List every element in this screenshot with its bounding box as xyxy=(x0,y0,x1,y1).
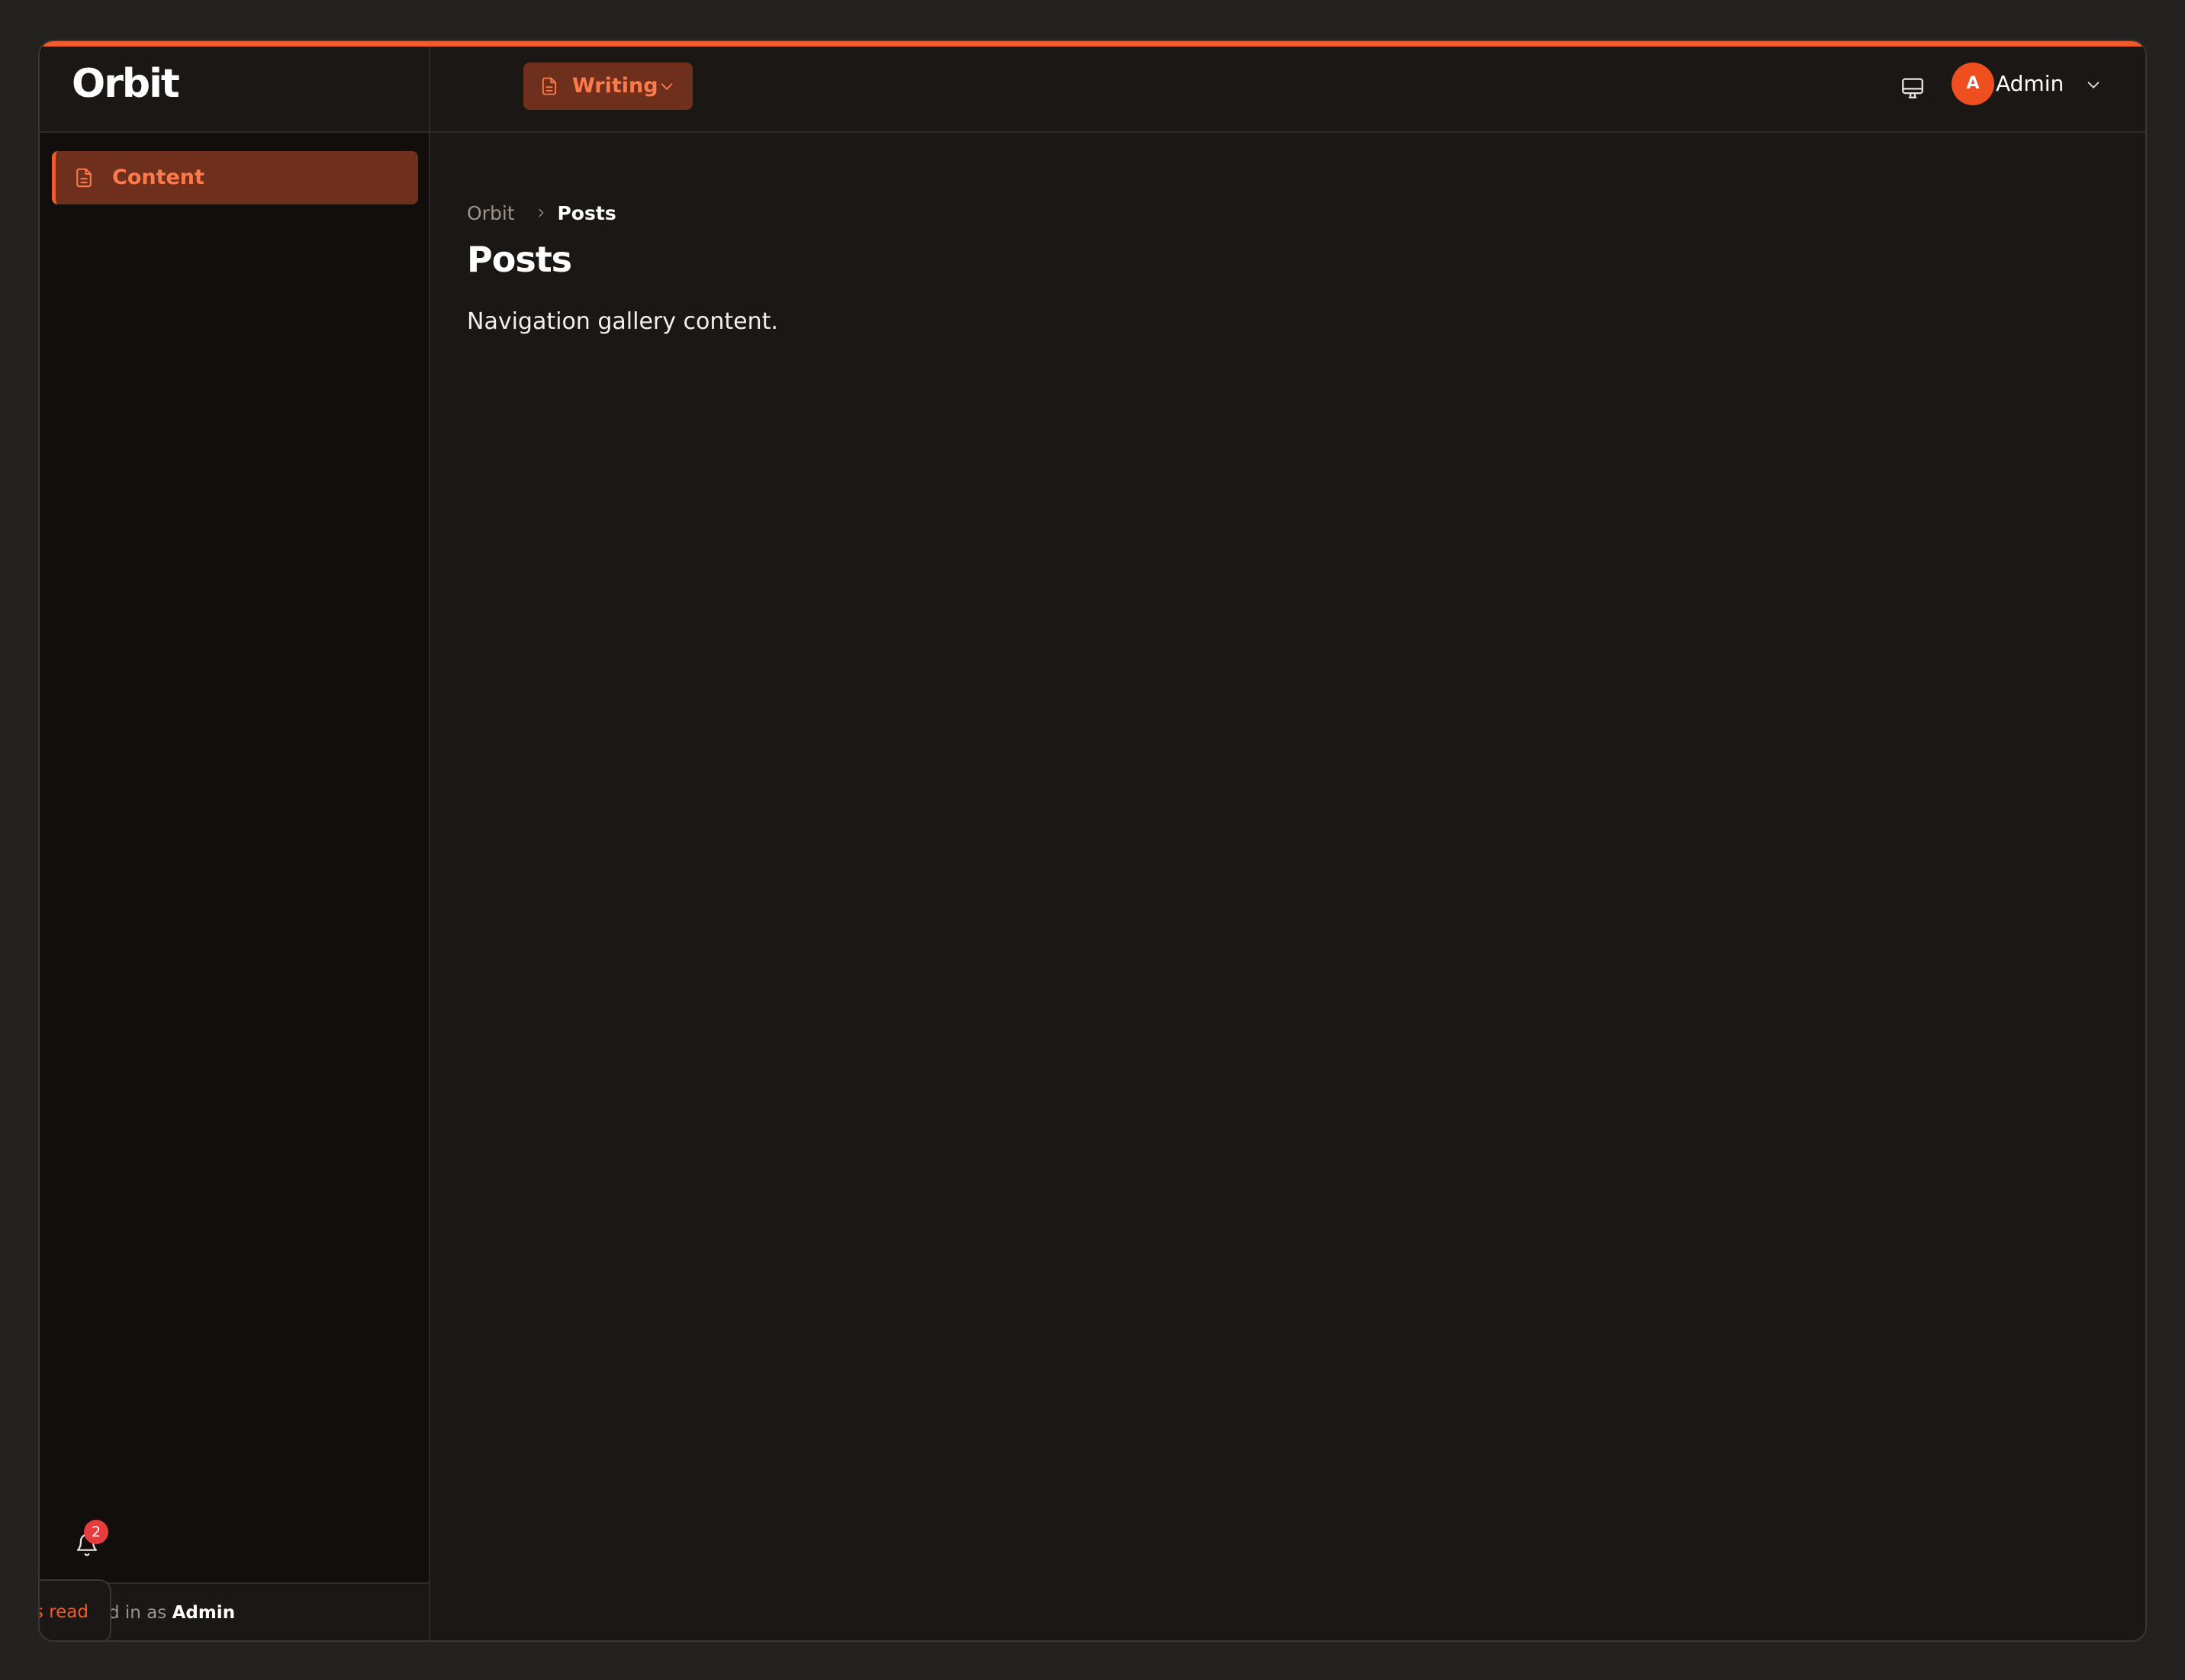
mark-as-read-toast[interactable]: s read xyxy=(40,1579,111,1640)
user-name: Admin xyxy=(1996,71,2064,96)
workspace-label: Writing xyxy=(572,74,658,98)
app-logo[interactable]: Orbit xyxy=(72,60,180,108)
sidebar-item-content[interactable]: Content xyxy=(52,151,418,204)
page-title: Posts xyxy=(467,239,572,280)
top-bar: Writing A Admin xyxy=(430,41,2145,133)
brand-area: Orbit xyxy=(40,41,429,133)
sidebar: Orbit Content 2 d in as Admin s read xyxy=(40,41,430,1640)
chevron-right-icon xyxy=(535,199,547,230)
breadcrumb-item-posts: Posts xyxy=(557,202,616,224)
chevron-down-icon xyxy=(2084,76,2103,96)
page-body-text: Navigation gallery content. xyxy=(467,308,778,335)
mark-as-read-link[interactable]: s read xyxy=(40,1581,88,1640)
app-window: Orbit Content 2 d in as Admin s read Wri… xyxy=(38,40,2147,1642)
main-content: Orbit Posts Posts Navigation gallery con… xyxy=(430,133,2145,1640)
monitor-icon xyxy=(1902,78,1923,98)
notification-count-badge: 2 xyxy=(84,1520,108,1544)
sidebar-footer: d in as Admin s read xyxy=(40,1579,429,1640)
user-menu-button[interactable]: Admin xyxy=(1996,63,2103,105)
breadcrumb-item-orbit[interactable]: Orbit xyxy=(467,202,515,224)
logged-in-status: d in as Admin xyxy=(108,1584,236,1640)
display-mode-button[interactable] xyxy=(1894,69,1930,105)
accent-bar xyxy=(40,41,2145,47)
logged-in-user: Admin xyxy=(172,1603,236,1623)
workspace-switcher[interactable]: Writing xyxy=(523,63,693,110)
avatar[interactable]: A xyxy=(1952,63,1994,105)
chevron-down-icon xyxy=(658,78,676,98)
document-icon xyxy=(539,75,560,101)
document-icon xyxy=(72,166,95,189)
sidebar-item-label: Content xyxy=(112,166,204,189)
breadcrumb: Orbit Posts xyxy=(467,198,616,229)
logged-in-prefix: d in as xyxy=(108,1603,172,1623)
